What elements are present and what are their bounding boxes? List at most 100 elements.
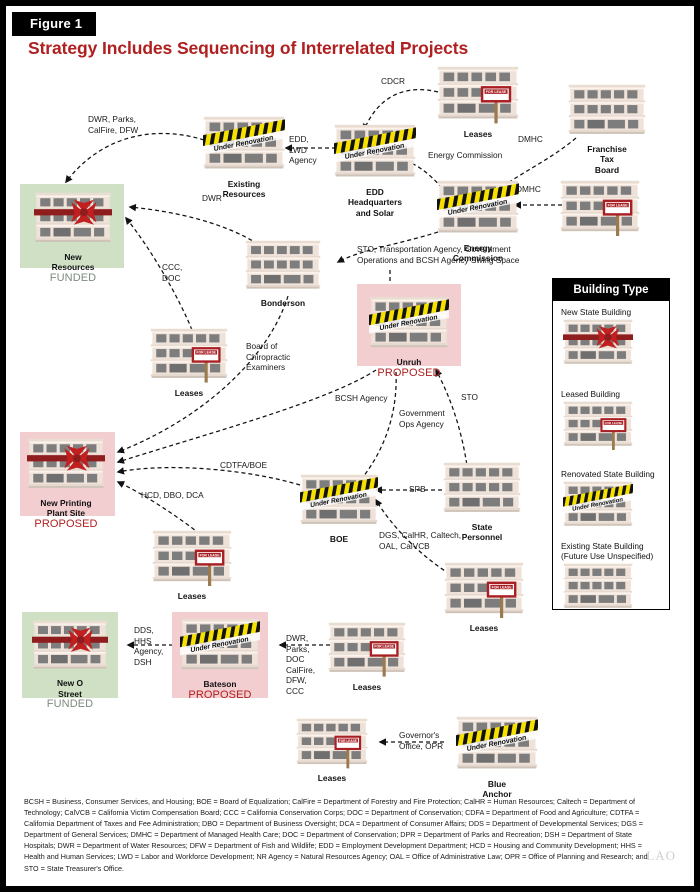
node-new_printing[interactable]: New Printing Plant Site PROPOSED bbox=[20, 432, 115, 529]
legend-item-existing-state-building: Existing State Building (Future Use Unsp… bbox=[561, 541, 665, 615]
node-label: Franchise Tax Board bbox=[587, 143, 627, 175]
new-building-icon bbox=[34, 192, 112, 250]
node-caption: Leases bbox=[318, 773, 346, 784]
leased-building-icon: FOR LEASE bbox=[328, 622, 406, 680]
node-label: EDD Headquarters and Solar bbox=[348, 186, 402, 218]
node-bonderson[interactable]: Bonderson bbox=[245, 240, 321, 308]
node-caption: Unruh PROPOSED bbox=[377, 357, 440, 378]
node-energy_commission[interactable]: Under Renovation Energy Commission bbox=[437, 180, 519, 263]
node-caption: Leases bbox=[178, 591, 206, 602]
node-caption: State Personnel bbox=[462, 522, 503, 543]
node-bateson[interactable]: Under Renovation Bateson PROPOSED bbox=[172, 612, 268, 700]
svg-text:FOR LEASE: FOR LEASE bbox=[339, 739, 357, 743]
new-state-building-icon bbox=[563, 319, 665, 371]
node-label: New O Street bbox=[56, 678, 84, 699]
node-label: New Printing Plant Site bbox=[40, 497, 92, 519]
legend-label: Leased Building bbox=[561, 389, 621, 399]
node-caption: Franchise Tax Board bbox=[587, 144, 627, 176]
legend-item-renovated-state-building: Renovated State Building Under Renovatio… bbox=[561, 469, 665, 533]
leased-building-icon: FOR LEASE bbox=[563, 401, 665, 453]
node-caption: New O Street FUNDED bbox=[47, 678, 93, 710]
node-new_resources[interactable]: New Resources FUNDED bbox=[20, 184, 124, 283]
svg-text:FOR LEASE: FOR LEASE bbox=[374, 645, 394, 649]
node-status-badge: PROPOSED bbox=[377, 366, 441, 379]
node-caption: Existing Resources bbox=[223, 179, 266, 200]
node-label: Leases bbox=[174, 387, 204, 398]
node-label: Bonderson bbox=[260, 298, 306, 309]
node-caption: BOE bbox=[330, 534, 348, 545]
node-label: Leases bbox=[317, 773, 347, 784]
renovated-building-icon: Under Renovation bbox=[334, 124, 416, 185]
node-boe[interactable]: Under Renovation BOE bbox=[300, 474, 378, 544]
node-label: State Personnel bbox=[461, 521, 503, 543]
node-caption: New Resources FUNDED bbox=[50, 252, 96, 284]
node-leases_hcd[interactable]: FOR LEASE Leases bbox=[152, 530, 232, 601]
svg-text:FOR LEASE: FOR LEASE bbox=[492, 585, 513, 589]
node-label: BOE bbox=[329, 533, 349, 544]
legend-item-leased-building: Leased Building FOR LEASE bbox=[561, 389, 665, 453]
svg-text:FOR LEASE: FOR LEASE bbox=[605, 421, 623, 425]
node-existing_resources[interactable]: Under Renovation Existing Resources bbox=[203, 116, 285, 199]
edge-label-dwr: DWR bbox=[202, 193, 222, 203]
node-blue_anchor[interactable]: Under Renovation Blue Anchor bbox=[456, 716, 538, 799]
leased-building-icon: FOR LEASE bbox=[152, 530, 232, 589]
node-new_o_street[interactable]: New O Street FUNDED bbox=[22, 612, 118, 709]
edge-label-spb: SPB bbox=[409, 484, 426, 494]
node-caption: Leases bbox=[353, 682, 381, 693]
node-leases_dmhc[interactable]: FOR LEASE bbox=[560, 180, 640, 239]
renovated-state-building-icon: Under Renovation bbox=[563, 481, 665, 533]
node-status-badge: FUNDED bbox=[46, 698, 94, 711]
node-label: Existing Resources bbox=[222, 178, 266, 200]
node-leases_chiro[interactable]: FOR LEASE Leases bbox=[150, 328, 228, 398]
node-label: Leases bbox=[463, 128, 493, 139]
node-caption: EDD Headquarters and Solar bbox=[348, 187, 402, 219]
node-unruh[interactable]: Under Renovation Unruh PROPOSED bbox=[357, 284, 461, 378]
node-state_personnel[interactable]: State Personnel bbox=[443, 462, 521, 542]
node-caption: Leases bbox=[175, 388, 203, 399]
node-label: Leases bbox=[352, 681, 382, 692]
node-status-badge: PROPOSED bbox=[34, 517, 98, 530]
legend-building-type: Building Type New State Building Leased … bbox=[552, 278, 670, 610]
legend-label: New State Building bbox=[561, 307, 632, 317]
legend-label: Renovated State Building bbox=[561, 469, 655, 479]
footnote-abbreviations: BCSH = Business, Consumer Services, and … bbox=[24, 797, 648, 873]
edge-label-edd_lwd: EDD, LWD Agency bbox=[289, 134, 317, 166]
legend-item-new-state-building: New State Building bbox=[561, 307, 665, 371]
existing-building-icon bbox=[245, 240, 321, 296]
renovated-building-icon: Under Renovation bbox=[180, 618, 260, 677]
node-status-badge: PROPOSED bbox=[188, 688, 252, 701]
edge-label-sto_swing: STO, Transportation Agency, Government O… bbox=[357, 244, 520, 265]
svg-text:FOR LEASE: FOR LEASE bbox=[196, 351, 216, 355]
node-leases_top[interactable]: FOR LEASE Leases bbox=[437, 66, 519, 139]
node-caption: Leases bbox=[464, 129, 492, 140]
existing-state-building-icon bbox=[563, 563, 665, 615]
node-label: New Resources bbox=[51, 251, 95, 273]
existing-building-icon bbox=[568, 84, 646, 142]
edge-label-gov_opr: Governor's Office, OPR bbox=[399, 730, 444, 751]
node-label: Bateson bbox=[203, 679, 237, 690]
node-franchise_tax[interactable]: Franchise Tax Board bbox=[568, 84, 646, 175]
edge-label-dds_hhs: DDS, HHS Agency, DSH bbox=[134, 625, 164, 667]
edge-label-chiro: Board of Chiropractic Examiners bbox=[246, 341, 291, 373]
legend-label: Existing State Building (Future Use Unsp… bbox=[561, 541, 654, 561]
node-status-badge: FUNDED bbox=[49, 271, 97, 284]
edge-label-sto: STO bbox=[461, 392, 478, 402]
edge-label-hcd_dbo_dca: HCD, DBO, DCA bbox=[141, 490, 204, 500]
edge-label-dgs_calhr: DGS, CalHR, Caltech, OAL, CalVCB bbox=[379, 530, 462, 551]
leased-building-icon: FOR LEASE bbox=[150, 328, 228, 386]
node-caption: Leases bbox=[470, 623, 498, 634]
node-leases_bateson[interactable]: FOR LEASE Leases bbox=[328, 622, 406, 692]
edge-label-cdtfa_boe: CDTFA/BOE bbox=[220, 460, 268, 470]
edge-label-dmhc_2: DMHC bbox=[516, 184, 541, 194]
svg-text:FOR LEASE: FOR LEASE bbox=[608, 203, 629, 207]
renovated-building-icon: Under Renovation bbox=[203, 116, 285, 177]
node-edd_hq[interactable]: Under Renovation EDD Headquarters and Sol… bbox=[334, 124, 416, 218]
node-leases_dgs[interactable]: FOR LEASE Leases bbox=[444, 562, 524, 633]
edge-label-bcsh: BCSH Agency bbox=[335, 393, 388, 403]
node-caption: Bateson PROPOSED bbox=[188, 679, 251, 700]
node-leases_gov[interactable]: FOR LEASE Leases bbox=[296, 718, 368, 783]
renovated-building-icon: Under Renovation bbox=[437, 180, 519, 241]
leased-building-icon: FOR LEASE bbox=[296, 718, 368, 771]
node-label: Leases bbox=[177, 591, 207, 602]
leased-building-icon: FOR LEASE bbox=[444, 562, 524, 621]
